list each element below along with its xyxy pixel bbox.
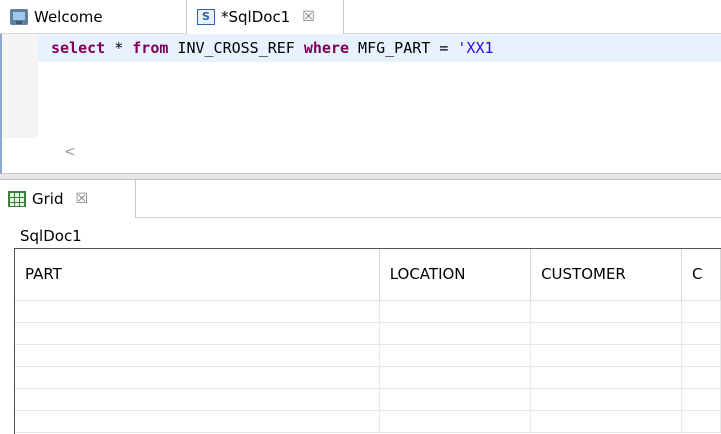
table-row[interactable] — [15, 300, 721, 323]
tab-welcome-label: Welcome — [34, 8, 103, 26]
sql-condition: MFG_PART = — [349, 39, 458, 57]
sql-statement-line[interactable]: select * from INV_CROSS_REF where MFG_PA… — [38, 34, 721, 62]
table-cell[interactable] — [681, 366, 721, 389]
table-cell[interactable] — [530, 366, 682, 389]
header-row: PART LOCATION CUSTOMER C — [15, 249, 721, 301]
table-cell[interactable] — [15, 410, 380, 433]
grid-tab-bar: Grid ☒ — [0, 180, 721, 218]
table-cell[interactable] — [681, 322, 721, 345]
close-icon[interactable]: ☒ — [302, 9, 315, 25]
scroll-left-icon[interactable]: < — [64, 144, 76, 160]
results-table: PART LOCATION CUSTOMER C — [15, 249, 721, 433]
tab-welcome[interactable]: Welcome — [0, 0, 184, 34]
editor-gutter — [2, 34, 38, 138]
column-header-location[interactable]: LOCATION — [379, 249, 532, 301]
column-header-part[interactable]: PART — [15, 249, 380, 301]
table-cell[interactable] — [379, 388, 532, 411]
tab-sqldoc1[interactable]: S *SqlDoc1 ☒ — [186, 0, 344, 34]
table-row[interactable] — [15, 344, 721, 367]
column-header-customer[interactable]: CUSTOMER — [530, 249, 682, 301]
horizontal-scrollbar[interactable]: < — [38, 138, 721, 168]
table-cell[interactable] — [530, 300, 682, 323]
table-row[interactable] — [15, 388, 721, 411]
welcome-icon — [10, 9, 28, 25]
table-row[interactable] — [15, 410, 721, 433]
table-cell[interactable] — [681, 300, 721, 323]
results-grid[interactable]: PART LOCATION CUSTOMER C — [14, 248, 721, 434]
table-cell[interactable] — [379, 410, 532, 433]
table-cell[interactable] — [15, 388, 380, 411]
table-cell[interactable] — [15, 344, 380, 367]
table-cell[interactable] — [530, 344, 682, 367]
table-cell[interactable] — [379, 344, 532, 367]
table-cell[interactable] — [530, 410, 682, 433]
sql-keyword-select: select — [51, 39, 106, 57]
table-row[interactable] — [15, 366, 721, 389]
tab-grid[interactable]: Grid ☒ — [0, 180, 136, 218]
grid-icon — [8, 191, 26, 207]
sql-file-icon: S — [197, 9, 215, 25]
table-cell[interactable] — [379, 322, 532, 345]
tab-grid-label: Grid — [32, 190, 64, 208]
editor-tab-bar: Welcome S *SqlDoc1 ☒ — [0, 0, 721, 34]
sql-string-literal: 'XX1 — [457, 39, 494, 57]
table-cell[interactable] — [379, 366, 532, 389]
table-cell[interactable] — [15, 300, 380, 323]
tab-sqldoc1-label: *SqlDoc1 — [221, 8, 291, 26]
sql-table-name: INV_CROSS_REF — [168, 39, 304, 57]
table-cell[interactable] — [681, 344, 721, 367]
sql-editor[interactable]: select * from INV_CROSS_REF where MFG_PA… — [0, 34, 721, 174]
sql-keyword-from: from — [132, 39, 169, 57]
table-cell[interactable] — [681, 388, 721, 411]
close-icon[interactable]: ☒ — [75, 191, 88, 207]
table-cell[interactable] — [379, 300, 532, 323]
sql-keyword-where: where — [303, 39, 350, 57]
table-cell[interactable] — [681, 410, 721, 433]
table-cell[interactable] — [530, 322, 682, 345]
table-cell[interactable] — [15, 366, 380, 389]
table-cell[interactable] — [530, 388, 682, 411]
sql-star: * — [105, 39, 133, 57]
table-cell[interactable] — [15, 322, 380, 345]
table-row[interactable] — [15, 322, 721, 345]
result-tab-sqldoc1[interactable]: SqlDoc1 — [20, 227, 82, 245]
column-header-partial[interactable]: C — [681, 249, 721, 301]
